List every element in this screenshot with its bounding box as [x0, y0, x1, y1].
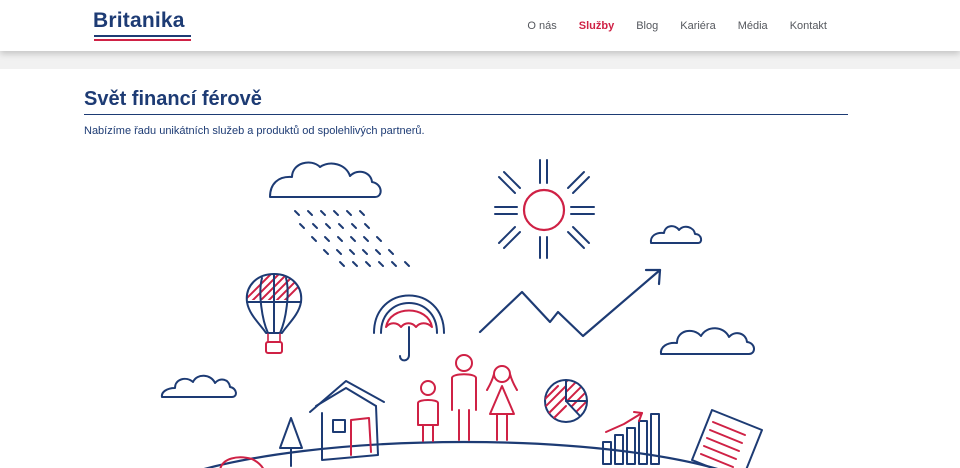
tree-icon [279, 417, 303, 467]
cloud-icon [659, 327, 755, 355]
umbrella-icon [373, 294, 445, 362]
cloud-icon [649, 225, 703, 244]
nav-item-blog[interactable]: Blog [636, 18, 658, 36]
site-header: Britanika O nás Služby Blog Kariéra Médi… [0, 0, 960, 51]
bar-chart-icon [602, 411, 660, 465]
hot-air-balloon-icon [245, 273, 303, 354]
page-subtitle: Nabízíme řadu unikátních služeb a produk… [84, 125, 425, 137]
cloud-icon [269, 161, 382, 198]
nav-item-kariera[interactable]: Kariéra [680, 18, 715, 36]
cloud-icon [160, 374, 237, 398]
logo: Britanika [93, 9, 185, 32]
services-illustration [160, 159, 763, 468]
page-title: Svět financí férově [84, 88, 262, 110]
document-icon [691, 409, 763, 468]
sun-icon [494, 159, 595, 259]
logo-link[interactable]: Britanika [93, 9, 193, 43]
nav-item-media[interactable]: Média [738, 18, 768, 36]
header-shadow-band [0, 51, 960, 69]
nav-item-o-nas[interactable]: O nás [527, 18, 556, 36]
logo-underline-red [94, 39, 191, 41]
growth-arrow-icon [478, 268, 662, 338]
pie-chart-icon [544, 379, 588, 423]
nav-item-sluzby[interactable]: Služby [579, 18, 614, 36]
logo-underline-navy [94, 35, 191, 37]
title-divider [84, 114, 848, 115]
main-nav: O nás Služby Blog Kariéra Média Kontakt [505, 18, 827, 36]
house-icon [309, 380, 385, 461]
nav-item-kontakt[interactable]: Kontakt [790, 18, 827, 36]
family-icon [417, 354, 518, 442]
rain-icon [294, 210, 410, 267]
